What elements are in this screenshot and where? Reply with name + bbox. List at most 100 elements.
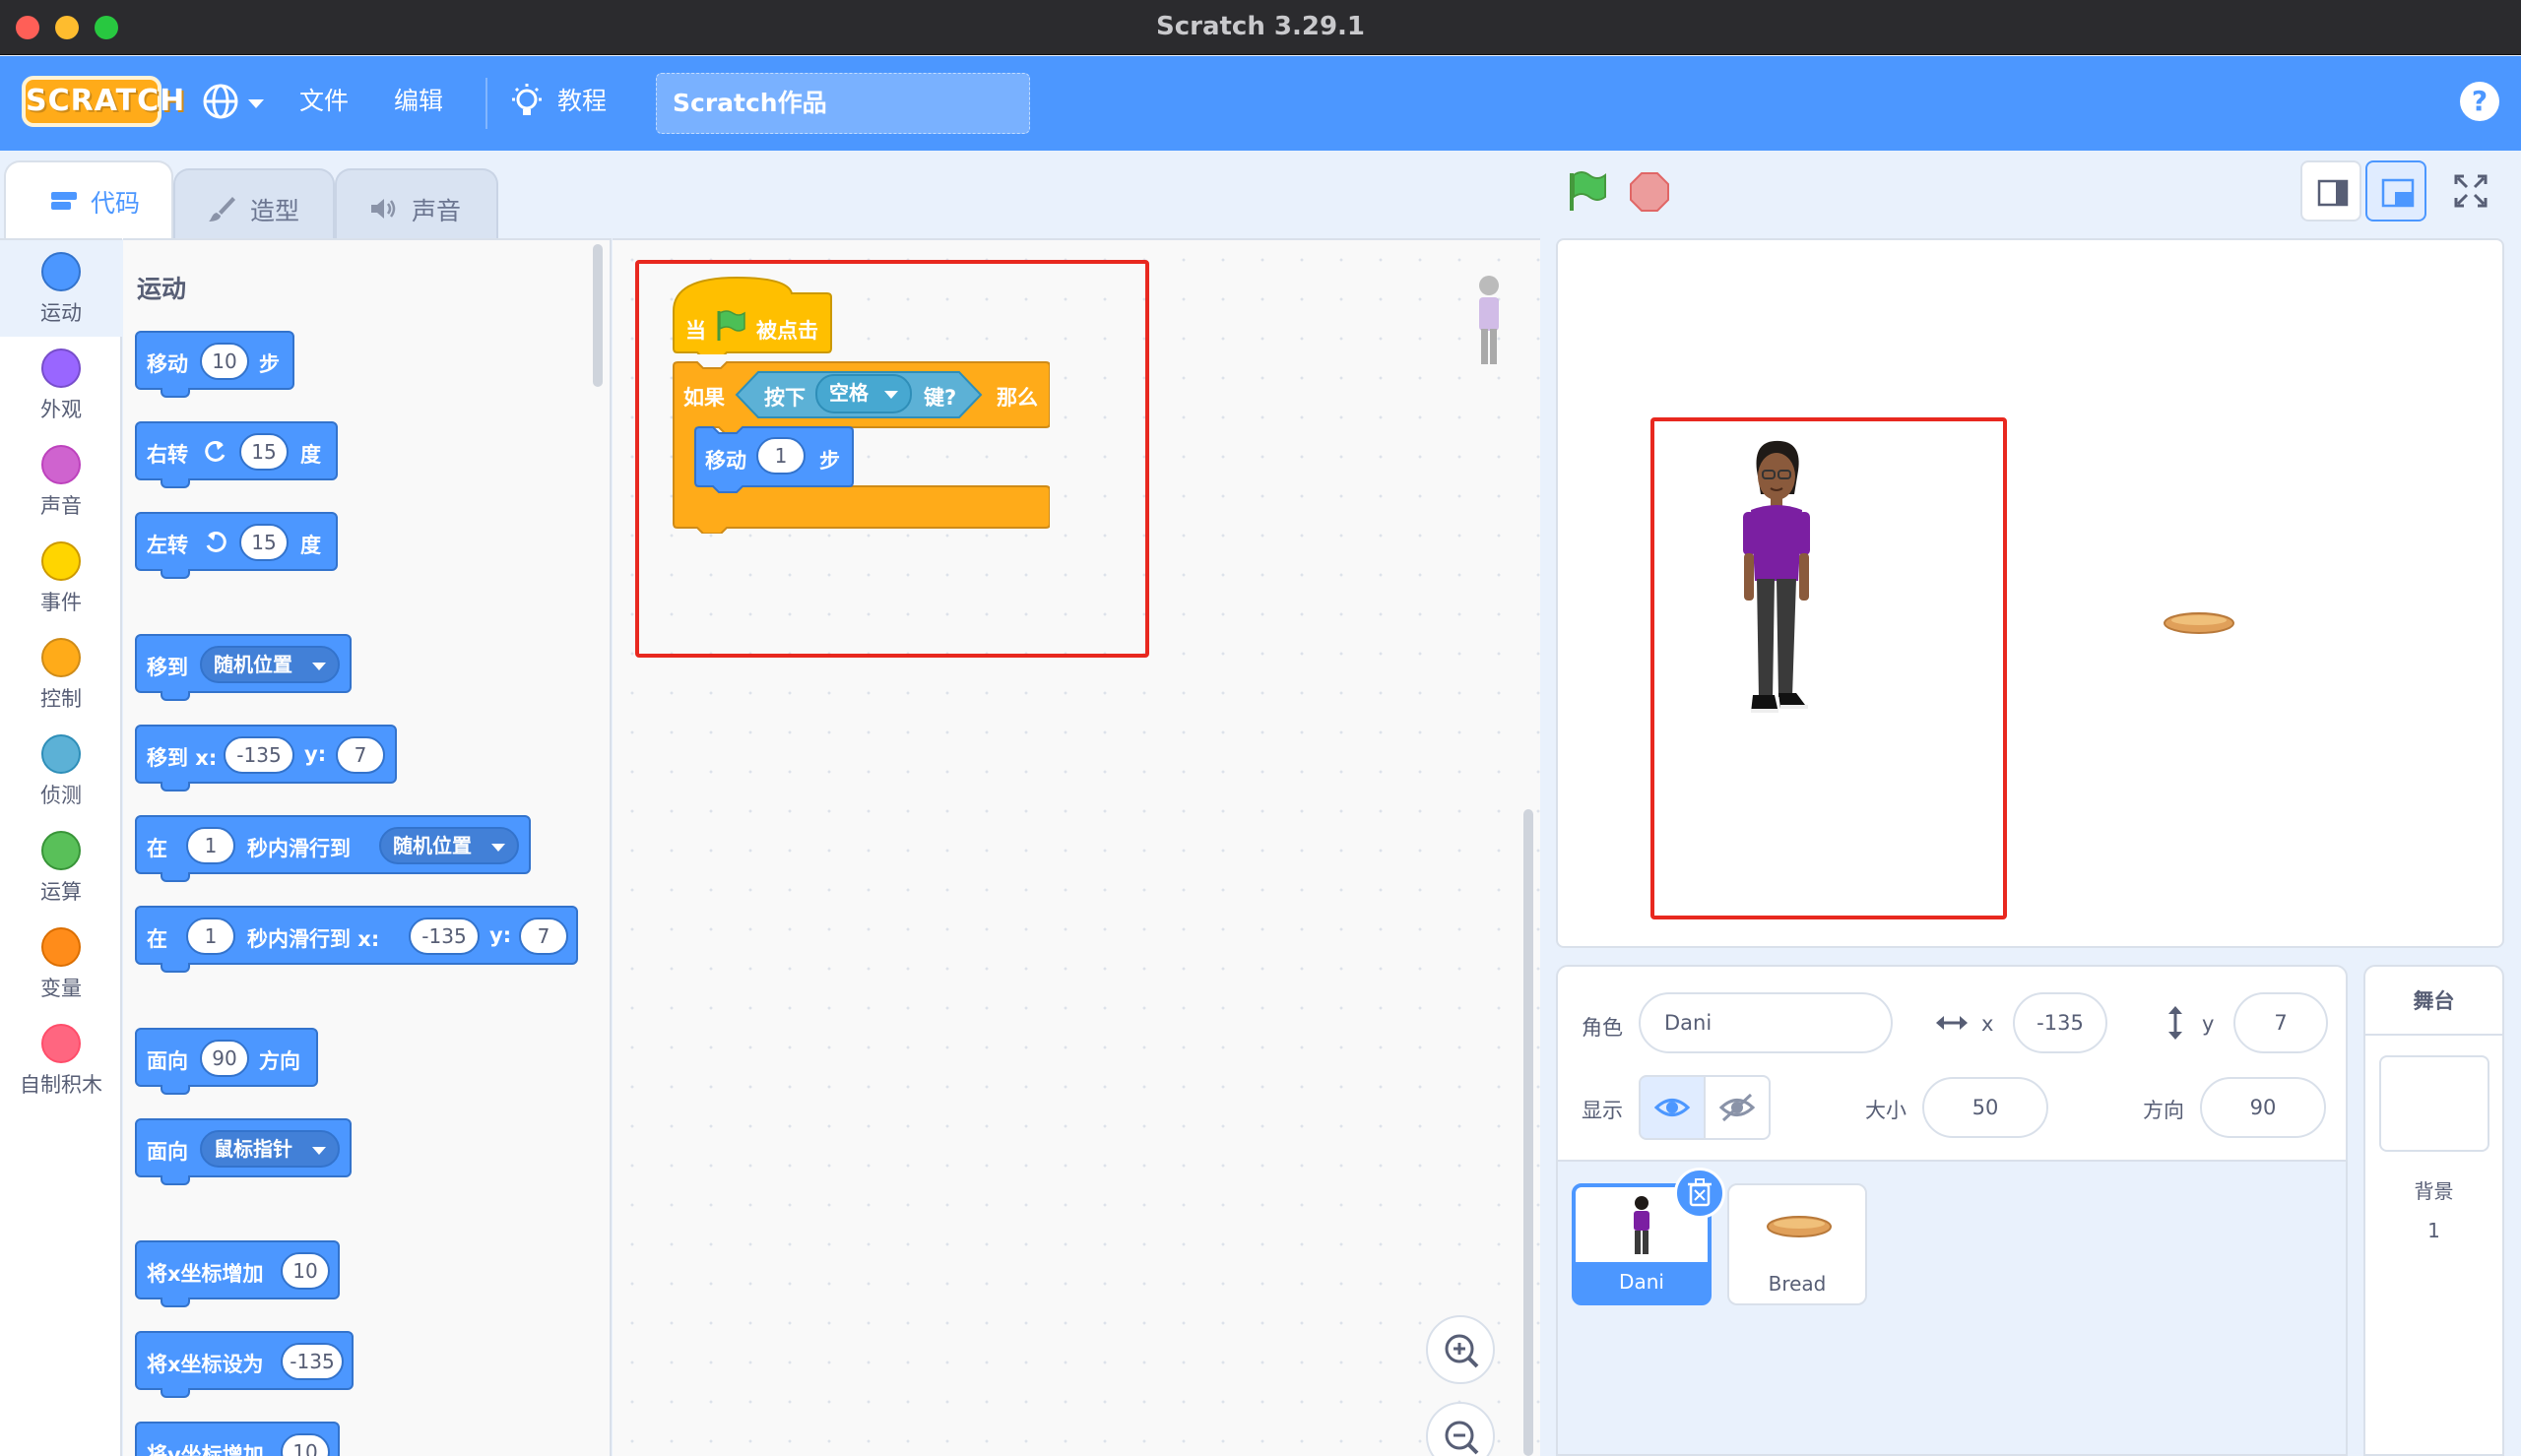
zoom-in-button[interactable]: [1426, 1315, 1495, 1384]
category-looks[interactable]: 外观: [0, 337, 122, 433]
eye-slash-icon: [1718, 1093, 1756, 1122]
tab-costumes-label: 造型: [250, 197, 300, 225]
tab-sounds[interactable]: 声音: [335, 168, 498, 239]
direction-input[interactable]: 90: [200, 1040, 249, 1077]
menu-divider: [485, 78, 487, 129]
palette-heading: 运动: [137, 275, 187, 303]
category-dot-icon: [41, 348, 81, 388]
y-input[interactable]: 7: [519, 918, 568, 955]
set-x-input[interactable]: -135: [281, 1343, 344, 1380]
sprite-highlight-box: [1650, 417, 2007, 919]
show-sprite-button[interactable]: [1639, 1075, 1706, 1140]
block-go-to[interactable]: 移到 随机位置: [135, 634, 352, 701]
towards-target-dropdown[interactable]: 鼠标指针: [200, 1130, 340, 1168]
green-flag-button[interactable]: [1566, 169, 1609, 213]
sprite-info-panel: 角色 Dani x -135 y 7 显示 大小 50 方向 90: [1556, 965, 2348, 1162]
backdrops-label: 背景: [2414, 1179, 2454, 1203]
small-stage-button[interactable]: [2300, 160, 2361, 222]
sprite-tile-bread[interactable]: Bread: [1727, 1183, 1867, 1305]
language-globe-icon[interactable]: [201, 82, 240, 121]
category-dot-icon: [41, 638, 81, 677]
category-motion[interactable]: 运动: [0, 240, 122, 337]
category-dot-icon: [41, 831, 81, 870]
block-move-steps[interactable]: 移动 10 步: [135, 331, 294, 398]
block-point-direction[interactable]: 面向 90 方向: [135, 1028, 318, 1095]
tab-code[interactable]: 代码: [4, 160, 173, 239]
stage-selector-panel[interactable]: 舞台 背景 1: [2363, 965, 2504, 1456]
sprite-name-input[interactable]: Dani: [1639, 992, 1893, 1053]
tab-costumes[interactable]: 造型: [173, 168, 335, 239]
steps-input[interactable]: 10: [200, 343, 249, 380]
category-operators[interactable]: 运算: [0, 819, 122, 916]
delete-sprite-button[interactable]: [1674, 1168, 1725, 1219]
window-title-bar: Scratch 3.29.1: [0, 0, 2521, 55]
rotate-right-icon: [205, 440, 226, 462]
seconds-input[interactable]: 1: [186, 918, 235, 955]
y-input[interactable]: 7: [336, 736, 385, 774]
hide-sprite-button[interactable]: [1704, 1075, 1771, 1140]
large-stage-button[interactable]: [2365, 160, 2426, 222]
stop-button[interactable]: [1629, 171, 1670, 213]
x-label: x: [1981, 1012, 1994, 1036]
degrees-input[interactable]: 15: [239, 524, 289, 561]
palette-scrollbar[interactable]: [593, 244, 603, 387]
workspace-scrollbar[interactable]: [1523, 809, 1533, 1456]
x-position-input[interactable]: -135: [2013, 992, 2107, 1053]
category-variables[interactable]: 变量: [0, 916, 122, 1012]
eye-icon: [1653, 1099, 1691, 1116]
block-go-to-xy[interactable]: 移到 x: -135 y: 7: [135, 725, 397, 791]
block-turn-left[interactable]: 左转 15 度: [135, 512, 338, 579]
direction-input[interactable]: 90: [2200, 1077, 2326, 1138]
speaker-icon: [371, 199, 396, 219]
category-dot-icon: [41, 734, 81, 774]
show-label: 显示: [1582, 1099, 1623, 1122]
change-y-input[interactable]: 10: [281, 1433, 330, 1456]
change-x-input[interactable]: 10: [281, 1252, 330, 1290]
goto-target-dropdown[interactable]: 随机位置: [200, 646, 340, 683]
sprite-label: 角色: [1582, 1016, 1623, 1040]
category-my-blocks[interactable]: 自制积木: [0, 1012, 122, 1108]
tab-code-label: 代码: [91, 189, 141, 218]
help-button[interactable]: ?: [2460, 82, 2499, 121]
degrees-input[interactable]: 15: [239, 433, 289, 471]
block-change-y[interactable]: 将y坐标增加 10: [135, 1422, 340, 1456]
category-sound[interactable]: 声音: [0, 433, 122, 530]
stage-thumbnail[interactable]: [2379, 1055, 2489, 1152]
size-input[interactable]: 50: [1922, 1077, 2048, 1138]
x-input[interactable]: -135: [224, 736, 294, 774]
block-turn-right[interactable]: 右转 15 度: [135, 421, 338, 488]
project-title-input[interactable]: Scratch作品: [656, 73, 1030, 134]
y-arrows-icon: [2168, 1006, 2182, 1040]
full-screen-icon: [2454, 174, 2488, 208]
category-control[interactable]: 控制: [0, 626, 122, 723]
x-arrows-icon: [1936, 1016, 1968, 1030]
chevron-down-icon: [248, 99, 264, 108]
block-glide-to-xy[interactable]: 在 1 秒内滑行到 x: -135 y: 7: [135, 906, 578, 973]
block-change-x[interactable]: 将x坐标增加 10: [135, 1240, 340, 1307]
seconds-input[interactable]: 1: [186, 827, 235, 864]
scratch-logo[interactable]: SCRATCH: [22, 76, 184, 127]
category-events[interactable]: 事件: [0, 530, 122, 626]
bread-sprite[interactable]: [2163, 610, 2235, 636]
backdrops-count: 1: [2427, 1219, 2440, 1242]
large-stage-icon: [2381, 178, 2415, 208]
window-title: Scratch 3.29.1: [1155, 12, 1366, 41]
block-palette: 运动 移动 10 步 右转 15 度 左转 15 度 移到 随机位置 移到 x:…: [123, 238, 612, 1456]
stage-panel-title: 舞台: [2365, 967, 2502, 1036]
file-menu[interactable]: 文件: [299, 84, 349, 119]
tutorials-lightbulb-icon[interactable]: [508, 82, 546, 123]
zoom-out-button[interactable]: [1426, 1402, 1495, 1456]
category-dot-icon: [41, 1024, 81, 1063]
category-sensing[interactable]: 侦测: [0, 723, 122, 819]
size-label: 大小: [1865, 1099, 1907, 1122]
full-screen-button[interactable]: [2440, 160, 2501, 222]
tutorials-menu[interactable]: 教程: [557, 84, 607, 119]
zoom-in-icon: [1445, 1334, 1479, 1368]
x-input[interactable]: -135: [409, 918, 480, 955]
block-point-towards[interactable]: 面向 鼠标指针: [135, 1118, 352, 1185]
y-position-input[interactable]: 7: [2233, 992, 2328, 1053]
block-set-x[interactable]: 将x坐标设为 -135: [135, 1331, 354, 1398]
block-glide-to[interactable]: 在 1 秒内滑行到 随机位置: [135, 815, 531, 882]
edit-menu[interactable]: 编辑: [394, 84, 443, 119]
glide-target-dropdown[interactable]: 随机位置: [379, 827, 519, 864]
